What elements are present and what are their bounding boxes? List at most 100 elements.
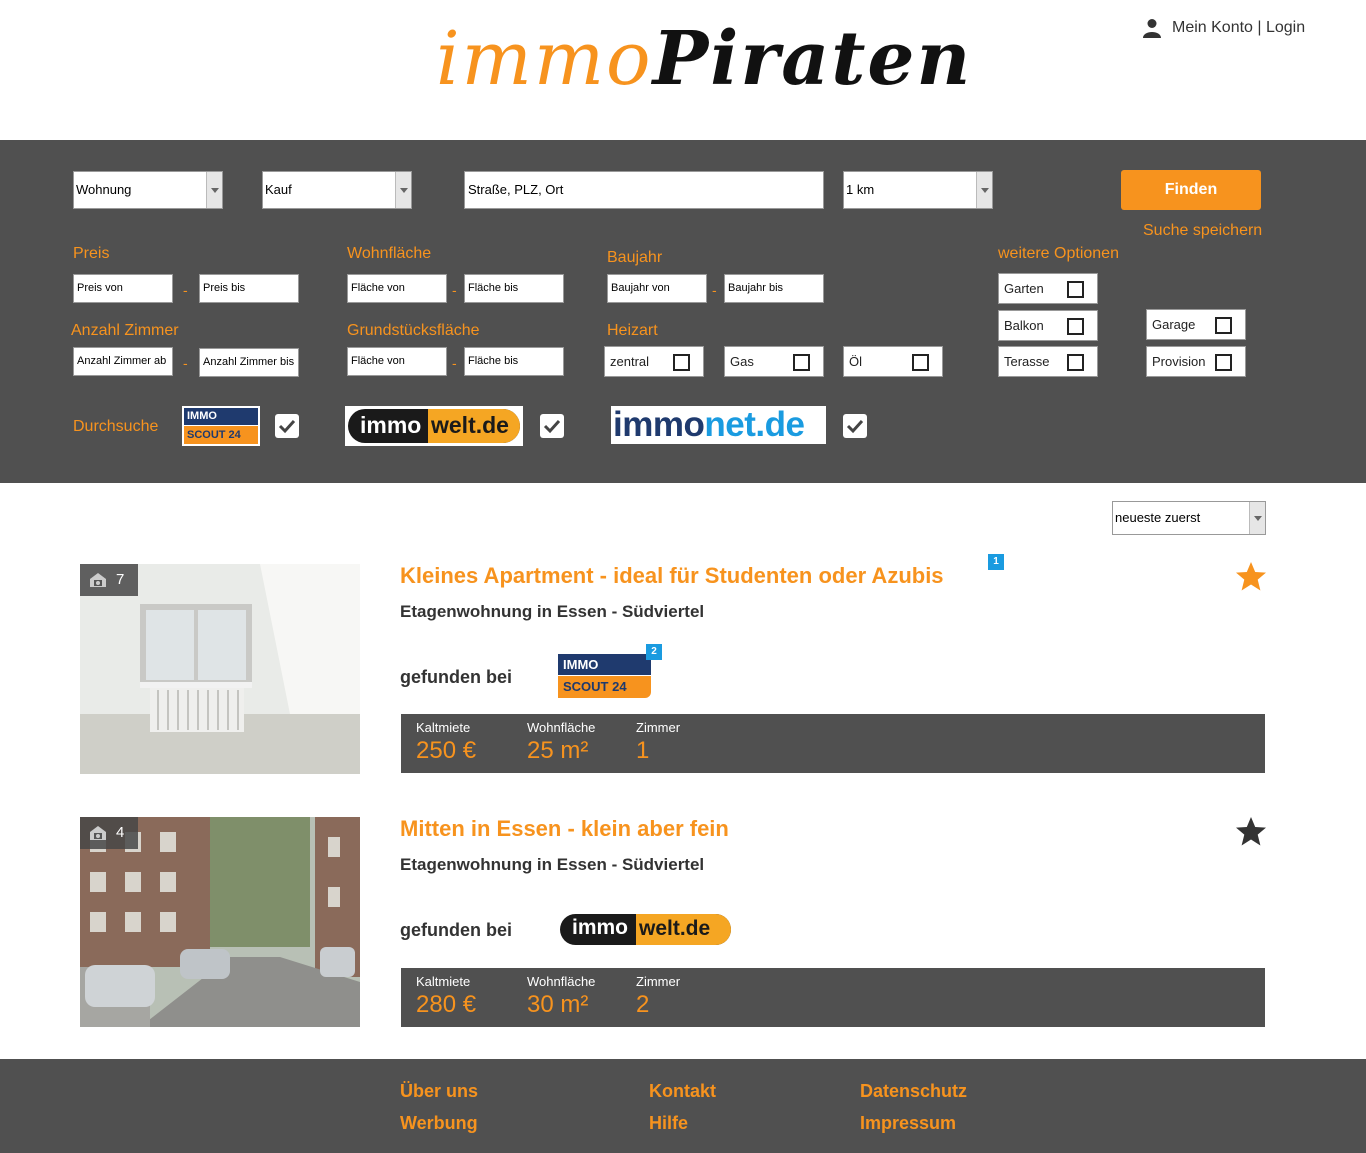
stat-rooms: Zimmer 2 (636, 974, 680, 1019)
stat-value: 25 m² (527, 737, 589, 764)
property-type-select[interactable]: Wohnung (73, 171, 223, 209)
offer-mode-value: Kauf (265, 182, 292, 197)
option-garden-checkbox[interactable]: Garten (998, 273, 1098, 304)
heating-central-checkbox[interactable]: zentral (604, 346, 704, 377)
footer-link-imprint[interactable]: Impressum (860, 1113, 956, 1134)
stat-area: Wohnfläche 30 m² (527, 974, 595, 1019)
find-button[interactable]: Finden (1121, 170, 1261, 210)
immoscout24-logo[interactable]: IMMO SCOUT 24 (558, 654, 652, 698)
rooms-label: Anzahl Zimmer (71, 322, 179, 339)
checkbox-box (1215, 354, 1232, 371)
immowelt-logo: immo welt.de (345, 406, 523, 446)
chevron-down-icon (1249, 502, 1265, 534)
checkbox-box (793, 354, 810, 371)
footer-link-privacy[interactable]: Datenschutz (860, 1081, 967, 1102)
footer-link-contact[interactable]: Kontakt (649, 1081, 716, 1102)
camera-home-icon (90, 826, 106, 840)
immonet-logo: immonet.de (611, 406, 826, 444)
user-icon (1143, 19, 1161, 38)
account-login-link[interactable]: Mein Konto | Login (1142, 18, 1305, 38)
rooms-to-input[interactable]: Anzahl Zimmer bis (199, 348, 299, 377)
build-year-label: Baujahr (607, 249, 663, 266)
option-garage-checkbox[interactable]: Garage (1146, 309, 1246, 340)
stat-label: Wohnfläche (527, 720, 596, 735)
rooms-from-input[interactable]: Anzahl Zimmer ab (73, 347, 173, 376)
photo-count-badge: 4 (80, 817, 138, 849)
location-placeholder: Straße, PLZ, Ort (468, 182, 564, 197)
range-dash: - (183, 355, 188, 371)
stat-label: Zimmer (636, 720, 681, 735)
area-from-input[interactable]: Fläche von (347, 274, 447, 303)
price-from-input[interactable]: Preis von (73, 274, 173, 303)
stat-label: Wohnfläche (527, 974, 596, 989)
header: immoPiraten Mein Konto | Login (0, 0, 1366, 140)
footer-link-advertising[interactable]: Werbung (400, 1113, 478, 1134)
heating-oil-checkbox[interactable]: Öl (843, 346, 943, 377)
plot-from-input[interactable]: Fläche von (347, 347, 447, 376)
stat-label: Kaltmiete (416, 720, 471, 735)
site-logo[interactable]: immoPiraten (436, 22, 972, 96)
stat-label: Kaltmiete (416, 974, 471, 989)
year-to-input[interactable]: Baujahr bis (724, 274, 824, 303)
listing-title[interactable]: Kleines Apartment - ideal für Studenten … (400, 563, 944, 589)
footer-link-help[interactable]: Hilfe (649, 1113, 688, 1134)
listing-title[interactable]: Mitten in Essen - klein aber fein (400, 816, 729, 842)
checkbox-box (673, 354, 690, 371)
sources-label: Durchsuche (73, 418, 159, 435)
option-balcony-checkbox[interactable]: Balkon (998, 310, 1098, 341)
option-commission-checkbox[interactable]: Provision (1146, 346, 1246, 377)
option-label: Gas (730, 354, 754, 369)
immoscout24-logo: IMMO SCOUT 24 (182, 406, 260, 446)
listing-stats-bar: Kaltmiete 250 € Wohnfläche 25 m² Zimmer … (401, 714, 1265, 773)
logo-text: IMMO (184, 408, 258, 425)
price-label: Preis (73, 245, 110, 262)
area-to-input[interactable]: Fläche bis (464, 274, 564, 303)
option-terrace-checkbox[interactable]: Terasse (998, 346, 1098, 377)
year-from-input[interactable]: Baujahr von (607, 274, 707, 303)
checkbox-box (912, 354, 929, 371)
more-options-label: weitere Optionen (998, 245, 1119, 262)
stat-area: Wohnfläche 25 m² (527, 720, 595, 765)
listing-photo[interactable]: 4 (80, 817, 360, 1027)
source-immonet-checkbox[interactable] (843, 414, 867, 438)
logo-text: net.de (704, 405, 805, 444)
favorite-star-icon[interactable] (1235, 816, 1267, 847)
offer-mode-select[interactable]: Kauf (262, 171, 412, 209)
location-input[interactable]: Straße, PLZ, Ort (464, 171, 824, 209)
option-label: Öl (849, 354, 862, 369)
listing-photo[interactable]: 7 (80, 564, 360, 774)
source-count-badge: 2 (646, 644, 662, 660)
range-dash: - (712, 282, 717, 298)
price-to-input[interactable]: Preis bis (199, 274, 299, 303)
sort-value: neueste zuerst (1115, 510, 1201, 525)
source-immowelt-checkbox[interactable] (540, 414, 564, 438)
heating-gas-checkbox[interactable]: Gas (724, 346, 824, 377)
logo-text: SCOUT 24 (558, 676, 651, 698)
stat-rooms: Zimmer 1 (636, 720, 680, 765)
camera-home-icon (90, 573, 106, 587)
check-icon (846, 419, 864, 434)
plot-to-input[interactable]: Fläche bis (464, 347, 564, 376)
sort-select[interactable]: neueste zuerst (1112, 501, 1266, 535)
favorite-star-icon[interactable] (1235, 561, 1267, 592)
radius-select[interactable]: 1 km (843, 171, 993, 209)
chevron-down-icon (395, 172, 411, 208)
found-at-label: gefunden bei (400, 920, 512, 940)
account-label: Mein Konto | Login (1172, 19, 1306, 36)
option-label: Balkon (1004, 318, 1044, 333)
footer-link-about[interactable]: Über uns (400, 1081, 478, 1102)
chevron-down-icon (206, 172, 222, 208)
save-search-link[interactable]: Suche speichern (1143, 222, 1262, 240)
listing-stats-bar: Kaltmiete 280 € Wohnfläche 30 m² Zimmer … (401, 968, 1265, 1027)
property-type-value: Wohnung (76, 182, 132, 197)
stat-rent: Kaltmiete 280 € (416, 974, 476, 1019)
option-label: Terasse (1004, 354, 1050, 369)
logo-text: immo (572, 916, 629, 939)
option-label: Garten (1004, 281, 1044, 296)
stat-value: 1 (636, 737, 650, 764)
stat-value: 30 m² (527, 991, 589, 1018)
immowelt-logo[interactable]: immo welt.de (560, 914, 731, 945)
check-icon (278, 419, 296, 434)
source-immoscout-checkbox[interactable] (275, 414, 299, 438)
photo-count-badge: 7 (80, 564, 138, 596)
